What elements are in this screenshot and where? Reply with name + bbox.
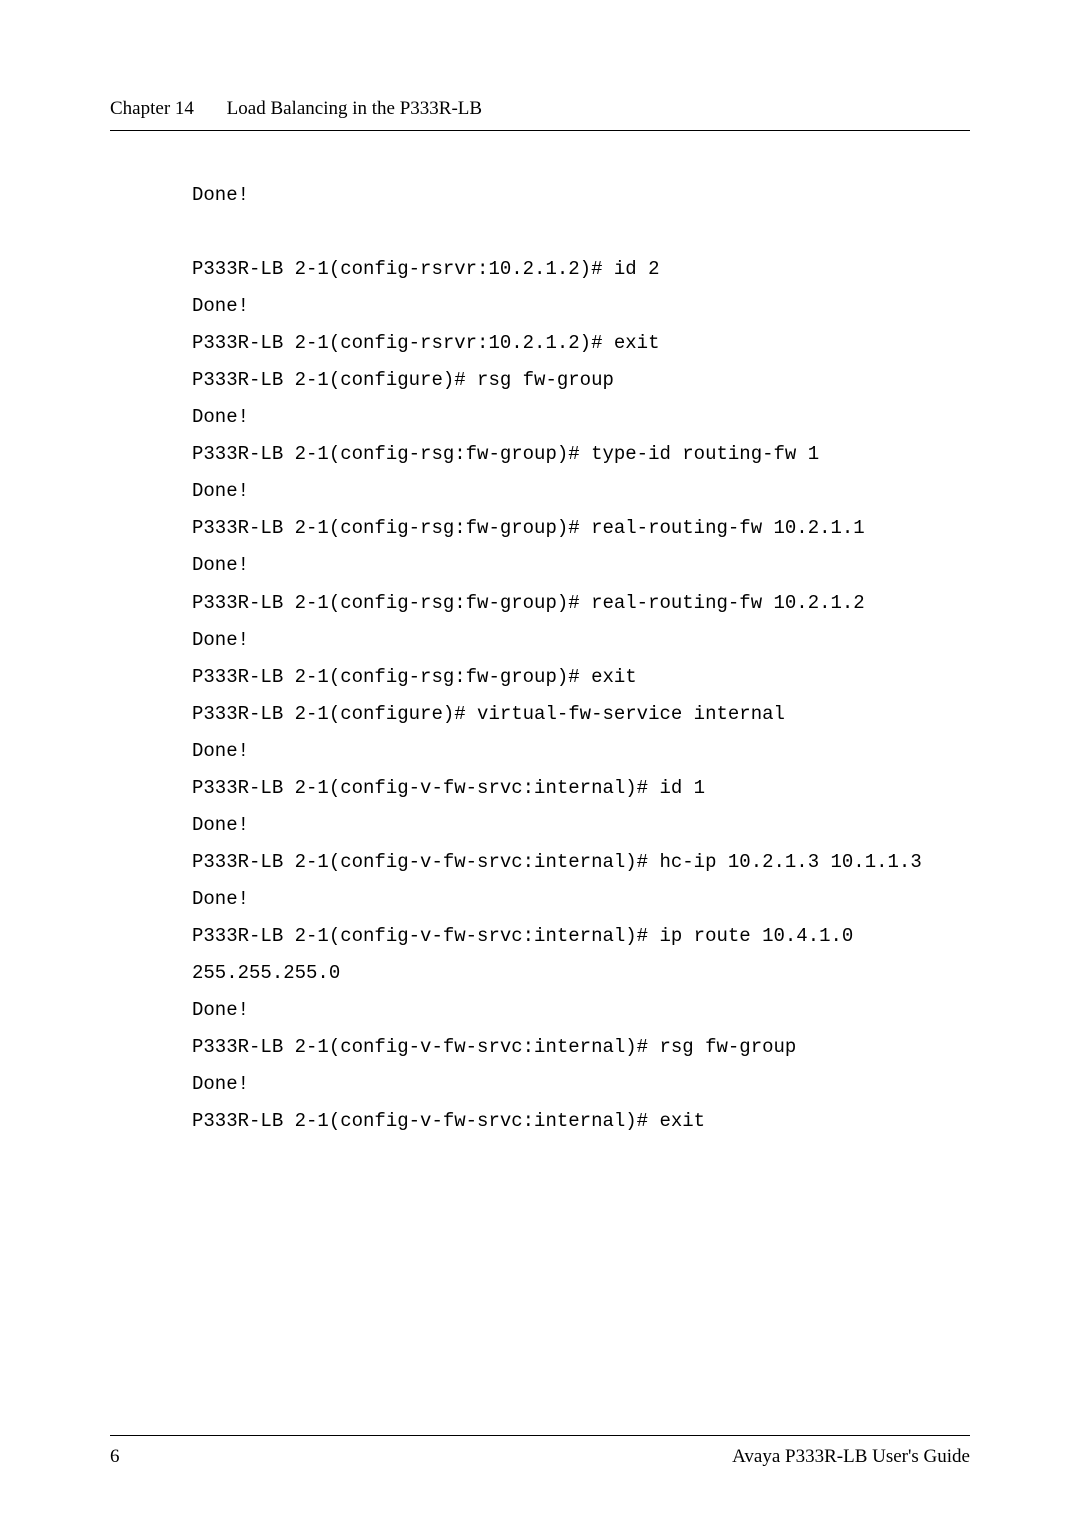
- chapter-title: Load Balancing in the P333R-LB: [227, 98, 482, 119]
- page-header: Chapter 14 Load Balancing in the P333R-L…: [110, 98, 970, 120]
- footer-row: 6 Avaya P333R-LB User's Guide: [110, 1446, 970, 1468]
- doc-title: Avaya P333R-LB User's Guide: [732, 1446, 970, 1468]
- header-rule: [110, 130, 970, 131]
- code-block: Done! P333R-LB 2-1(config-rsrvr:10.2.1.2…: [192, 177, 970, 1140]
- chapter-number: Chapter 14: [110, 98, 194, 120]
- footer-rule: [110, 1435, 970, 1436]
- page: Chapter 14 Load Balancing in the P333R-L…: [0, 0, 1080, 1528]
- page-number: 6: [110, 1446, 120, 1468]
- page-footer: 6 Avaya P333R-LB User's Guide: [110, 1435, 970, 1468]
